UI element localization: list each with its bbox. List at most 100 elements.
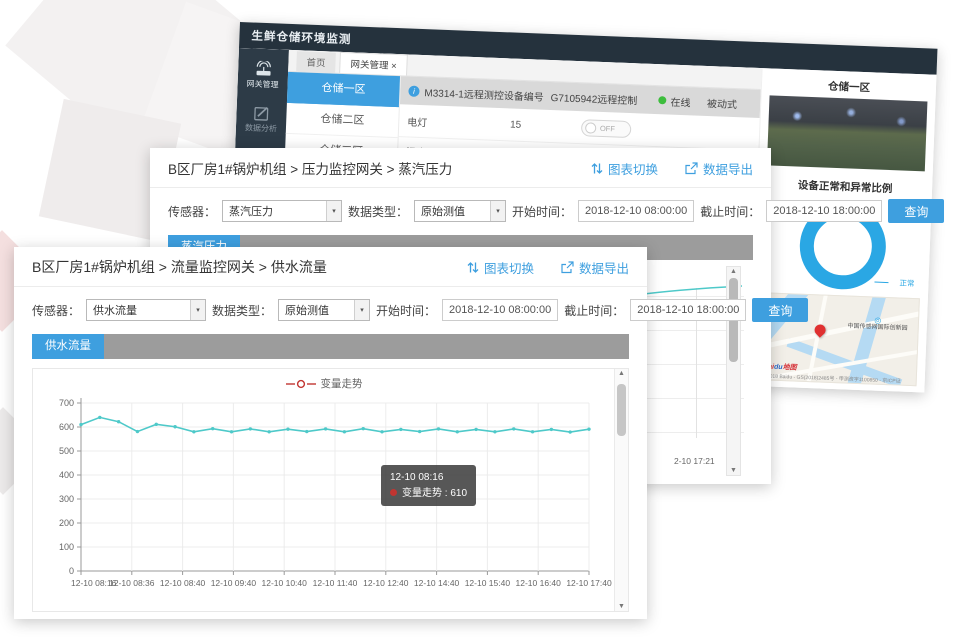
chart-switch-icon bbox=[591, 162, 603, 175]
svg-text:200: 200 bbox=[59, 518, 74, 528]
query-button[interactable]: 查询 bbox=[752, 298, 808, 322]
svg-text:12-10 10:40: 12-10 10:40 bbox=[262, 578, 308, 588]
flow-chart-card: 变量走势 010020030040050060070012-10 08:1612… bbox=[32, 368, 629, 612]
donut-title: 设备正常和异常比例 bbox=[766, 176, 924, 197]
tab-water-flow[interactable]: 供水流量 bbox=[32, 334, 104, 359]
chart-switch-button[interactable]: 图表切换 bbox=[591, 159, 658, 178]
svg-text:0: 0 bbox=[69, 566, 74, 576]
scroll-up-icon[interactable]: ▲ bbox=[730, 268, 737, 275]
svg-text:600: 600 bbox=[59, 422, 74, 432]
chart-switch-button[interactable]: 图表切换 bbox=[467, 258, 534, 277]
data-export-label: 数据导出 bbox=[579, 258, 629, 277]
svg-text:12-10 08:40: 12-10 08:40 bbox=[160, 578, 206, 588]
chart-switch-label: 图表切换 bbox=[608, 159, 658, 178]
warehouse-photo bbox=[767, 95, 928, 171]
chevron-down-icon: ▾ bbox=[490, 201, 505, 221]
scroll-up-icon[interactable]: ▲ bbox=[618, 370, 625, 377]
device-mode: 被动式 bbox=[707, 94, 753, 111]
export-icon bbox=[684, 162, 698, 175]
chart-switch-label: 图表切换 bbox=[484, 258, 534, 277]
sidebar-item-网关管理[interactable]: 网关管理 bbox=[246, 60, 279, 89]
legend-marker-icon bbox=[286, 379, 316, 389]
online-status: 在线 bbox=[670, 93, 691, 109]
svg-text:12-10 17:40: 12-10 17:40 bbox=[566, 578, 612, 588]
tooltip-value: 变量走势 : 610 bbox=[402, 488, 467, 499]
gateway-icon bbox=[253, 61, 273, 79]
right-panel: 仓储一区 设备正常和异常比例 异常 正常 bbox=[749, 68, 936, 392]
power-icon bbox=[585, 122, 596, 133]
sidebar-item-label: 网关管理 bbox=[246, 80, 278, 89]
sensor-label: 传感器： bbox=[32, 302, 80, 319]
svg-text:12-10 12:40: 12-10 12:40 bbox=[363, 578, 409, 588]
light-name: 电灯 bbox=[407, 113, 510, 132]
device-code: G7105942 bbox=[550, 92, 597, 105]
end-time-input[interactable]: 2018-12-10 18:00:00 bbox=[630, 299, 746, 321]
data-type-select[interactable]: 原始测值▾ bbox=[414, 200, 506, 222]
device-code-label: 设备编号 bbox=[504, 91, 544, 104]
chevron-down-icon: ▾ bbox=[354, 300, 369, 320]
breadcrumb: B区厂房1#锅炉机组 > 压力监控网关 > 蒸汽压力 bbox=[168, 158, 452, 178]
type-label: 数据类型： bbox=[348, 203, 408, 220]
svg-text:12-10 09:40: 12-10 09:40 bbox=[211, 578, 257, 588]
map-copyright: © 2018 Baidu - GS(2018)2485号 - 甲测资字11008… bbox=[762, 372, 914, 385]
scroll-down-icon[interactable]: ▼ bbox=[730, 467, 737, 474]
tab-gateway[interactable]: 网关管理 × bbox=[339, 52, 408, 76]
start-time-input[interactable]: 2018-12-10 08:00:00 bbox=[442, 299, 558, 321]
online-status-icon bbox=[658, 96, 666, 104]
analysis-icon bbox=[253, 105, 271, 123]
flow-line-chart[interactable]: 010020030040050060070012-10 08:1612-10 0… bbox=[33, 393, 615, 605]
zone-photo-card: 仓储一区 bbox=[767, 74, 928, 171]
chart-tab-bar: 供水流量 bbox=[32, 334, 629, 359]
start-time-input[interactable]: 2018-12-10 08:00:00 bbox=[578, 200, 694, 222]
device-info-icon: i bbox=[408, 85, 419, 96]
svg-text:500: 500 bbox=[59, 446, 74, 456]
toggle-state: OFF bbox=[600, 123, 615, 133]
end-time-label: 截止时间： bbox=[700, 203, 760, 220]
svg-text:12-10 14:40: 12-10 14:40 bbox=[414, 578, 460, 588]
chart-switch-icon bbox=[467, 261, 479, 274]
series-dot-icon bbox=[390, 489, 397, 496]
data-export-button[interactable]: 数据导出 bbox=[560, 258, 629, 277]
tab-home[interactable]: 首页 bbox=[296, 51, 336, 72]
sensor-select[interactable]: 供水流量▾ bbox=[86, 299, 206, 321]
query-button[interactable]: 查询 bbox=[888, 199, 944, 223]
start-time-label: 开始时间： bbox=[512, 203, 572, 220]
axis-tick-label: 2-10 17:21 bbox=[674, 456, 715, 466]
svg-text:12-10 15:40: 12-10 15:40 bbox=[465, 578, 511, 588]
end-time-input[interactable]: 2018-12-10 18:00:00 bbox=[766, 200, 882, 222]
sensor-label: 传感器： bbox=[168, 203, 216, 220]
chart-tooltip: 12-10 08:16 变量走势 : 610 bbox=[381, 465, 476, 506]
data-type-select[interactable]: 原始测值▾ bbox=[278, 299, 370, 321]
zone-item[interactable]: 仓储二区 bbox=[286, 103, 399, 138]
chart-legend[interactable]: 变量走势 bbox=[33, 376, 615, 391]
data-export-button[interactable]: 数据导出 bbox=[684, 159, 753, 178]
tooltip-time: 12-10 08:16 bbox=[390, 470, 467, 486]
svg-text:12-10 11:40: 12-10 11:40 bbox=[313, 578, 358, 588]
svg-text:12-10 16:40: 12-10 16:40 bbox=[516, 578, 562, 588]
svg-text:700: 700 bbox=[59, 398, 74, 408]
sensor-select[interactable]: 蒸汽压力▾ bbox=[222, 200, 342, 222]
svg-text:12-10 08:36: 12-10 08:36 bbox=[109, 578, 155, 588]
light-value: 15 bbox=[510, 119, 581, 133]
normal-label: 正常 bbox=[899, 278, 914, 290]
data-export-label: 数据导出 bbox=[703, 159, 753, 178]
sidebar-item-数据分析[interactable]: 数据分析 bbox=[245, 104, 278, 133]
device-ratio-card: 设备正常和异常比例 异常 正常 bbox=[762, 174, 924, 289]
sidebar-item-label: 数据分析 bbox=[245, 124, 277, 133]
chevron-down-icon: ▾ bbox=[326, 201, 341, 221]
light-toggle[interactable]: OFF bbox=[581, 119, 632, 138]
start-time-label: 开始时间： bbox=[376, 302, 436, 319]
scroll-down-icon[interactable]: ▼ bbox=[618, 603, 625, 610]
svg-text:100: 100 bbox=[59, 542, 74, 552]
photo-title: 仓储一区 bbox=[770, 76, 928, 97]
zone-item[interactable]: 仓储一区 bbox=[287, 72, 400, 107]
device-name: M3314-1远程测控 bbox=[424, 84, 504, 102]
legend-label: 变量走势 bbox=[321, 376, 363, 391]
scroll-thumb[interactable] bbox=[617, 384, 626, 436]
breadcrumb: B区厂房1#锅炉机组 > 流量监控网关 > 供水流量 bbox=[32, 257, 327, 277]
svg-text:400: 400 bbox=[59, 470, 74, 480]
remote-control-label[interactable]: 远程控制 bbox=[597, 90, 659, 107]
type-label: 数据类型： bbox=[212, 302, 272, 319]
flow-monitor-window: B区厂房1#锅炉机组 > 流量监控网关 > 供水流量 图表切换 数据导出 传感器… bbox=[14, 247, 647, 619]
export-icon bbox=[560, 261, 574, 274]
